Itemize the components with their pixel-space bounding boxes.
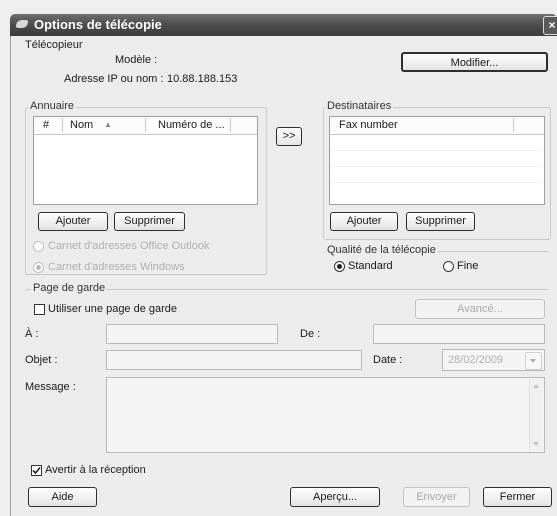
dialog-body: Télécopieur Modèle : Adresse IP ou nom :… (10, 36, 557, 516)
modele-label: Modèle : (115, 54, 158, 66)
column-fax-number[interactable]: Fax number (339, 119, 398, 131)
objet-label: Objet : (25, 354, 58, 366)
modifier-button[interactable]: Modifier... (401, 52, 548, 72)
envoyer-button[interactable]: Envoyer (403, 487, 470, 507)
use-cover-page-label: Utiliser une page de garde (48, 303, 178, 315)
adresse-label: Adresse IP ou nom : (64, 73, 164, 85)
annuaire-list[interactable]: # Nom ▲ Numéro de ... (33, 116, 258, 205)
destinataires-group-label: Destinataires (325, 100, 394, 112)
de-label: De : (300, 328, 321, 340)
radio-windows[interactable] (33, 262, 44, 273)
annuaire-delete-button[interactable]: Supprimer (114, 212, 185, 231)
date-label: Date : (373, 354, 403, 366)
radio-outlook[interactable] (33, 241, 44, 252)
radio-windows-label: Carnet d'adresses Windows (48, 261, 185, 273)
scroll-down-icon[interactable] (533, 442, 539, 446)
use-cover-page-checkbox[interactable] (34, 304, 45, 315)
radio-fine[interactable] (443, 261, 454, 272)
add-to-recipients-button[interactable]: >> (276, 127, 302, 146)
a-label: À : (25, 328, 39, 340)
fax-icon (16, 20, 28, 28)
date-picker[interactable]: 28/02/2009 (442, 349, 545, 371)
scroll-up-icon[interactable] (533, 384, 539, 388)
a-field[interactable] (106, 324, 278, 344)
aide-button[interactable]: Aide (28, 487, 97, 507)
destinataires-delete-button[interactable]: Supprimer (406, 212, 475, 231)
annuaire-list-header: # Nom ▲ Numéro de ... (34, 117, 257, 135)
window-title: Options de télécopie (34, 17, 162, 32)
adresse-value: 10.88.188.153 (167, 73, 238, 85)
title-bar[interactable]: Options de télécopie × (10, 14, 557, 36)
date-value: 28/02/2009 (448, 354, 504, 366)
checkmark-icon (32, 466, 41, 475)
radio-outlook-label: Carnet d'adresses Office Outlook (48, 240, 210, 252)
sort-ascending-icon: ▲ (104, 120, 112, 129)
chevron-down-icon (530, 359, 536, 363)
message-scrollbar[interactable] (529, 379, 543, 451)
annuaire-add-button[interactable]: Ajouter (38, 212, 108, 231)
column-nom[interactable]: Nom (70, 119, 93, 131)
telecopieur-group-label: Télécopieur (25, 39, 83, 51)
column-number[interactable]: # (43, 119, 49, 131)
radio-fine-label: Fine (457, 260, 479, 272)
message-field[interactable] (106, 377, 545, 453)
destinataires-list[interactable]: Fax number (329, 116, 545, 205)
apercu-button[interactable]: Aperçu... (290, 487, 380, 507)
close-button[interactable]: × (543, 16, 557, 35)
avance-button[interactable]: Avancé... (415, 299, 545, 319)
page-garde-group-label: Page de garde (31, 282, 108, 294)
destinataires-add-button[interactable]: Ajouter (330, 212, 398, 231)
column-numero[interactable]: Numéro de ... (158, 119, 225, 131)
message-label: Message : (25, 381, 76, 393)
avertir-checkbox[interactable] (31, 465, 42, 476)
destinataires-list-header: Fax number (330, 117, 544, 135)
fax-options-window: Options de télécopie × Télécopieur Modèl… (0, 0, 557, 516)
avertir-label: Avertir à la réception (45, 464, 146, 476)
radio-standard-dot (337, 264, 342, 269)
objet-field[interactable] (106, 350, 362, 370)
qualite-group-label: Qualité de la télécopie (325, 244, 438, 256)
de-field[interactable] (373, 324, 545, 344)
annuaire-group-label: Annuaire (28, 100, 77, 112)
fermer-button[interactable]: Fermer (483, 487, 552, 507)
date-dropdown-button[interactable] (525, 352, 542, 370)
radio-standard[interactable] (334, 261, 345, 272)
radio-windows-dot (36, 265, 41, 270)
radio-standard-label: Standard (348, 260, 393, 272)
